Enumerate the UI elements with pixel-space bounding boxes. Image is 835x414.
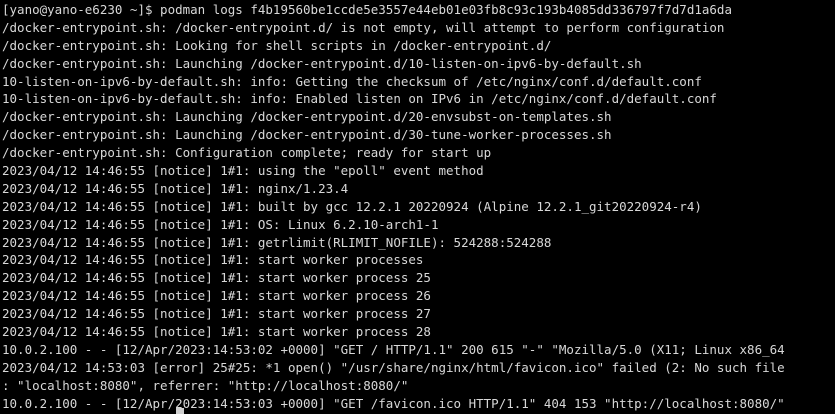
terminal-line: 10.0.2.100 - - [12/Apr/2023:14:53:02 +00… [2, 341, 785, 357]
terminal-line: 2023/04/12 14:46:55 [notice] 1#1: OS: Li… [2, 216, 439, 232]
terminal-line: : "localhost:8080", referrer: "http://lo… [2, 377, 409, 393]
terminal-line: /docker-entrypoint.sh: Launching /docker… [2, 127, 612, 143]
terminal-line: /docker-entrypoint.sh: Looking for shell… [2, 37, 552, 53]
terminal-output: [yano@yano-e6230 ~]$ podman logs f4b1956… [2, 1, 785, 412]
terminal-line: 10-listen-on-ipv6-by-default.sh: info: E… [2, 91, 717, 107]
terminal-line: 2023/04/12 14:46:55 [notice] 1#1: start … [2, 252, 424, 268]
terminal-line: 2023/04/12 14:53:03 [error] 25#25: *1 op… [2, 359, 785, 375]
terminal-prompt-line: [yano@yano-e6230 ~]$ podman logs f4b1956… [2, 2, 732, 17]
terminal-line: /docker-entrypoint.sh: Configuration com… [2, 145, 492, 161]
terminal-line: /docker-entrypoint.sh: Launching /docker… [2, 109, 612, 125]
terminal-line: 2023/04/12 14:46:55 [notice] 1#1: start … [2, 324, 431, 340]
terminal-line: 2023/04/12 14:46:55 [notice] 1#1: start … [2, 288, 431, 304]
text-cursor [176, 408, 184, 414]
terminal-line: /docker-entrypoint.sh: Launching /docker… [2, 55, 642, 71]
terminal-line: /docker-entrypoint.sh: /docker-entrypoin… [2, 19, 725, 35]
terminal-line: 2023/04/12 14:46:55 [notice] 1#1: start … [2, 306, 431, 322]
terminal-line: 2023/04/12 14:46:55 [notice] 1#1: start … [2, 270, 431, 286]
terminal-line: 10.0.2.100 - - [12/Apr/2023:14:53:03 +00… [2, 395, 785, 411]
terminal-line: 10-listen-on-ipv6-by-default.sh: info: G… [2, 73, 702, 89]
terminal-line: 2023/04/12 14:46:55 [notice] 1#1: built … [2, 198, 702, 214]
terminal-line: 2023/04/12 14:46:55 [notice] 1#1: nginx/… [2, 180, 349, 196]
terminal-line: 2023/04/12 14:46:55 [notice] 1#1: using … [2, 163, 484, 179]
terminal-line: 2023/04/12 14:46:55 [notice] 1#1: getrli… [2, 234, 552, 250]
terminal-window[interactable]: [yano@yano-e6230 ~]$ podman logs f4b1956… [0, 0, 835, 414]
